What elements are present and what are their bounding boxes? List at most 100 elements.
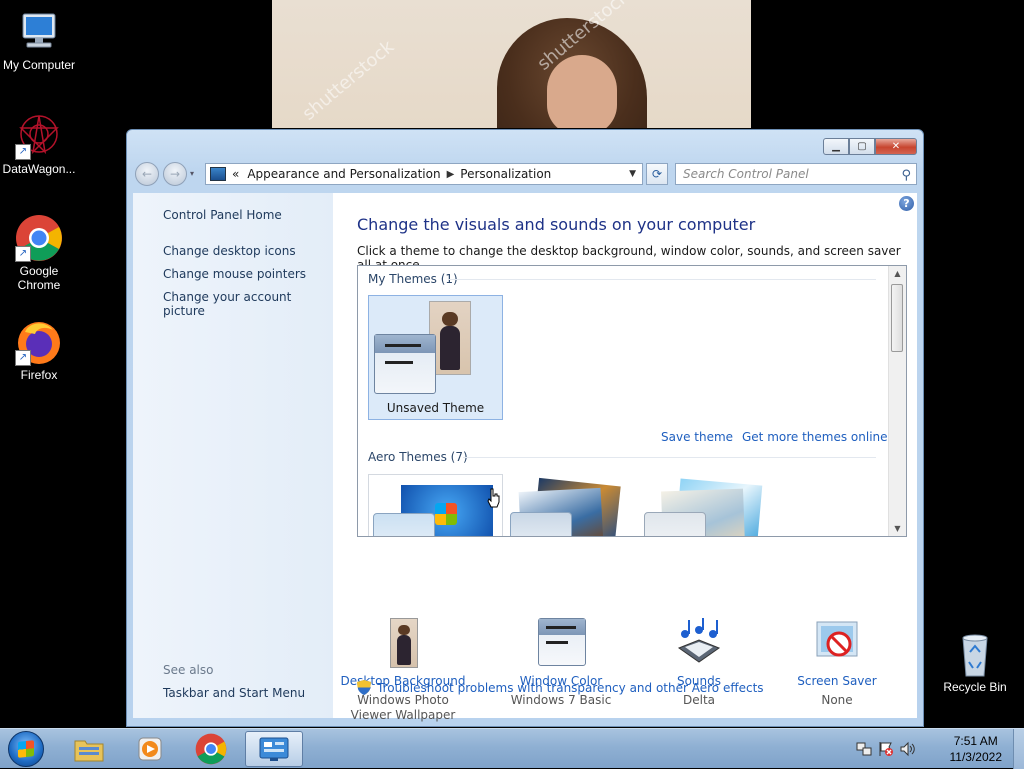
music-notes-icon: [675, 618, 723, 668]
mouse-cursor-hand-icon: [486, 488, 502, 511]
scrollbar-thumb[interactable]: [891, 284, 903, 352]
desktop-icon-firefox[interactable]: ↗ Firefox: [0, 318, 78, 382]
troubleshoot-link[interactable]: Troubleshoot problems with transparency …: [377, 681, 764, 695]
firefox-icon: ↗: [15, 318, 63, 366]
window-color-preview-icon: [510, 512, 572, 536]
close-button[interactable]: ✕: [875, 138, 917, 155]
wallpaper-face-shape: [547, 55, 617, 128]
chrome-icon: [195, 733, 227, 765]
screen-saver-value: None: [821, 693, 853, 707]
sounds-value: Delta: [682, 693, 715, 707]
maximize-button[interactable]: ▢: [849, 138, 875, 155]
left-task-pane: Control Panel Home Change desktop icons …: [133, 193, 333, 718]
address-prefix: «: [232, 167, 240, 181]
desktop-icon-my-computer[interactable]: My Computer: [0, 8, 78, 72]
theme-list[interactable]: My Themes (1) Unsaved Theme Save theme G…: [357, 265, 907, 537]
taskbar-start-menu-link[interactable]: Taskbar and Start Menu: [163, 686, 305, 700]
breadcrumb-separator-icon[interactable]: ▶: [447, 169, 455, 180]
breadcrumb-personalization[interactable]: Personalization: [460, 167, 551, 181]
desktop-icon-label: DataWagon...: [2, 162, 76, 176]
taskbar-media-player[interactable]: [121, 731, 179, 767]
screen-saver-link[interactable]: Screen Saver: [767, 674, 907, 688]
datawagon-icon: ↗: [15, 112, 63, 160]
page-title: Change the visuals and sounds on your co…: [357, 215, 756, 234]
system-tray: 7:51 AM 11/3/2022: [854, 729, 1024, 769]
minimize-button[interactable]: ▁: [823, 138, 849, 155]
theme-list-scrollbar[interactable]: ▲ ▼: [888, 266, 906, 536]
shortcut-arrow-icon: ↗: [15, 144, 31, 160]
group-aero-themes: Aero Themes (7): [368, 450, 468, 464]
window-color-preview-icon: [374, 334, 436, 394]
scroll-up-arrow-icon[interactable]: ▲: [889, 269, 906, 278]
network-icon[interactable]: [856, 741, 872, 757]
taskbar: 7:51 AM 11/3/2022: [0, 728, 1024, 769]
change-mouse-pointers-link[interactable]: Change mouse pointers: [163, 267, 306, 281]
forward-button[interactable]: →: [163, 162, 187, 186]
desktop-icon-recycle-bin[interactable]: Recycle Bin: [936, 630, 1014, 694]
get-more-themes-link[interactable]: Get more themes online: [742, 430, 888, 444]
personalization-window[interactable]: ▁ ▢ ✕ ← → ▾ « Appearance and Personaliza…: [126, 129, 924, 727]
address-bar[interactable]: « Appearance and Personalization ▶ Perso…: [205, 163, 643, 185]
window-color-preview-icon: [373, 513, 435, 536]
group-divider: [448, 279, 876, 280]
show-desktop-button[interactable]: [1013, 729, 1024, 769]
uac-shield-icon: [357, 680, 371, 695]
recent-pages-dropdown-icon[interactable]: ▾: [190, 169, 194, 178]
recycle-bin-icon: [951, 630, 999, 678]
desktop-background-value: Windows Photo Viewer Wallpaper: [350, 693, 456, 722]
desktop-icon-label: Firefox: [20, 368, 58, 382]
control-panel-icon: [259, 737, 289, 761]
refresh-button[interactable]: ⟳: [646, 163, 668, 185]
action-center-flag-icon[interactable]: [878, 741, 894, 757]
change-desktop-icons-link[interactable]: Change desktop icons: [163, 244, 296, 258]
photo-thumbnail-icon: [379, 618, 427, 668]
desktop-icon-label: Recycle Bin: [943, 680, 1007, 694]
clock[interactable]: 7:51 AM 11/3/2022: [950, 733, 1003, 765]
clock-time: 7:51 AM: [953, 734, 998, 748]
desktop-background-setting[interactable]: Desktop Background Windows Photo Viewer …: [333, 618, 473, 723]
folder-icon: [74, 740, 104, 762]
change-account-picture-link[interactable]: Change your account picture: [163, 290, 333, 318]
theme-tile-label: Unsaved Theme: [386, 401, 485, 415]
group-my-themes: My Themes (1): [368, 272, 458, 286]
window-color-icon: [537, 618, 586, 668]
desktop-wallpaper-photo: shutterstock shutterstock: [272, 0, 751, 128]
windows-logo-icon: [18, 740, 34, 758]
navigation-bar: ← → ▾ « Appearance and Personalization ▶…: [133, 160, 917, 188]
screen-saver-setting[interactable]: Screen Saver None: [767, 618, 907, 708]
control-panel-home-link[interactable]: Control Panel Home: [163, 208, 282, 222]
save-theme-link[interactable]: Save theme: [661, 430, 733, 444]
main-pane: ? Change the visuals and sounds on your …: [333, 193, 917, 722]
shortcut-arrow-icon: ↗: [15, 246, 31, 262]
breadcrumb-appearance[interactable]: Appearance and Personalization: [247, 167, 440, 181]
chrome-icon: ↗: [15, 214, 63, 262]
theme-tile-windows7[interactable]: [368, 474, 503, 536]
theme-tile-unsaved[interactable]: Unsaved Theme: [368, 295, 503, 420]
desktop-icon-label: Google Chrome: [17, 264, 61, 292]
search-placeholder: Search Control Panel: [683, 167, 809, 181]
screen-saver-disabled-icon: [813, 618, 861, 668]
computer-icon: [15, 8, 63, 56]
window-controls: ▁ ▢ ✕: [823, 138, 917, 156]
taskbar-explorer[interactable]: [60, 731, 118, 767]
start-button[interactable]: [8, 731, 44, 767]
desktop-icon-label: My Computer: [2, 58, 76, 72]
shortcut-arrow-icon: ↗: [15, 350, 31, 366]
troubleshoot-row[interactable]: Troubleshoot problems with transparency …: [357, 680, 764, 695]
help-icon[interactable]: ?: [899, 196, 914, 211]
taskbar-control-panel[interactable]: [245, 731, 303, 767]
desktop-icon-datawagon[interactable]: ↗ DataWagon...: [0, 112, 78, 176]
address-dropdown-icon[interactable]: ▼: [629, 169, 636, 179]
search-input[interactable]: Search Control Panel ⚲: [675, 163, 917, 185]
back-button[interactable]: ←: [135, 162, 159, 186]
search-icon[interactable]: ⚲: [901, 166, 911, 186]
group-divider: [463, 457, 876, 458]
taskbar-chrome[interactable]: [182, 731, 240, 767]
theme-tile-architecture[interactable]: [508, 474, 643, 536]
desktop-icon-google-chrome[interactable]: ↗ Google Chrome: [0, 214, 78, 292]
volume-icon[interactable]: [900, 741, 916, 757]
scroll-down-arrow-icon[interactable]: ▼: [889, 524, 906, 533]
window-content: Control Panel Home Change desktop icons …: [133, 193, 917, 722]
theme-tile-characters[interactable]: [638, 474, 773, 536]
control-panel-icon: [210, 167, 226, 181]
